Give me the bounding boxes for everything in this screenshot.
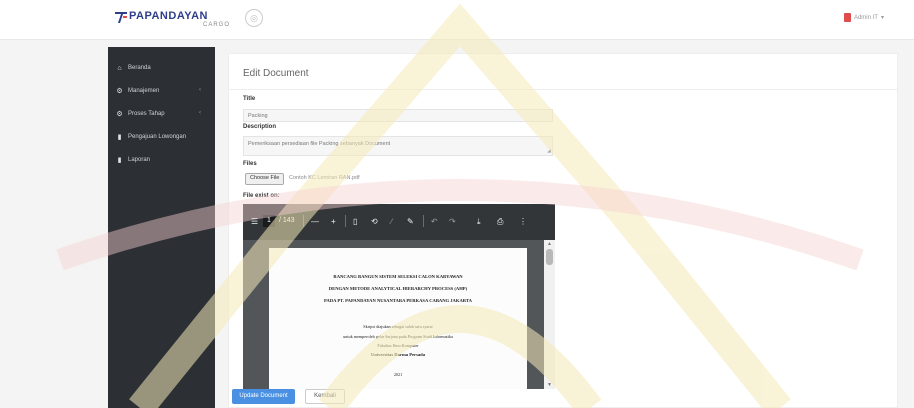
choose-file-button[interactable]: Choose File — [245, 173, 285, 185]
pdf-page: RANCANG BANGUN SISTEM SELEKSI CALON KARY… — [269, 248, 527, 389]
brand-name: PAPANDAYAN — [129, 10, 208, 22]
draw-icon[interactable]: ✎ — [407, 217, 414, 226]
undo-icon[interactable]: ↶ — [431, 217, 438, 226]
download-icon[interactable]: ⤓ — [477, 217, 481, 227]
doc-title-line: RANCANG BANGUN SISTEM SELEKSI CALON KARY… — [333, 274, 463, 279]
toolbar-divider — [345, 215, 346, 227]
page-number-input[interactable]: 1 — [263, 215, 275, 227]
print-icon[interactable]: ⎙ — [497, 217, 503, 227]
scroll-up-icon[interactable]: ▲ — [547, 241, 552, 247]
pdf-scrollbar[interactable]: ▲ ▼ — [544, 240, 555, 389]
page-title: Edit Document — [243, 68, 309, 79]
divider — [229, 89, 897, 90]
scroll-down-icon[interactable]: ▼ — [547, 382, 552, 388]
sidebar-toggle-button[interactable]: ◎ — [245, 9, 263, 27]
top-bar: PAPANDAYAN CARGO ◎ Admin IT ▾ — [0, 0, 914, 40]
title-input[interactable]: Packing — [243, 109, 553, 122]
scroll-thumb[interactable] — [546, 249, 553, 265]
doc-text-line: untuk memperoleh gelar Sarjana pada Prog… — [343, 334, 453, 339]
resize-handle-icon[interactable]: ◢ — [547, 148, 551, 154]
annotation-icon[interactable]: ∕ — [391, 217, 392, 226]
sidebar-item-proses-tahap[interactable]: ⚙ Proses Tahap ‹ — [108, 104, 215, 124]
book-icon: ▮ — [117, 134, 122, 141]
sidebar-item-laporan[interactable]: ▮ Laporan — [108, 150, 215, 170]
user-icon — [843, 13, 851, 22]
toolbar-divider — [303, 215, 304, 227]
doc-title-line: DENGAN METODE ANALYTICAL HIERARCHY PROCE… — [328, 286, 468, 291]
doc-title-line: PADA PT. PAPANDAYAN NUSANTARA PERKASA CA… — [324, 298, 472, 303]
brand-logo[interactable]: PAPANDAYAN CARGO — [115, 10, 230, 34]
pdf-toolbar: ☰ 1 / 143 — + ▯ ⟲ ∕ ✎ ↶ ↷ ⤓ ⎙ ⋮ — [243, 204, 555, 240]
edit-document-card: Edit Document Title Packing Description … — [228, 53, 898, 408]
chevron-left-icon: ‹ — [199, 87, 201, 93]
file-icon: ▮ — [117, 157, 122, 164]
rotate-icon[interactable]: ⟲ — [371, 217, 378, 226]
home-icon: ⌂ — [117, 64, 122, 72]
sidebar-item-label: Pengajuan Lowongan — [128, 134, 187, 140]
gear-icon: ⚙ — [116, 111, 123, 118]
page-total: / 143 — [279, 217, 295, 224]
user-name: Admin IT — [853, 14, 878, 21]
back-button[interactable]: Kembali — [305, 389, 345, 404]
fit-page-icon[interactable]: ▯ — [353, 217, 357, 226]
sidebar-item-label: Manajemen — [128, 88, 160, 94]
pdf-viewer[interactable]: ☰ 1 / 143 — + ▯ ⟲ ∕ ✎ ↶ ↷ ⤓ ⎙ ⋮ RANCANG … — [243, 204, 555, 389]
more-options-icon[interactable]: ⋮ — [519, 217, 527, 226]
description-textarea[interactable]: Pemeriksaan persediaan file Packing seba… — [243, 136, 553, 156]
chosen-file-name: Contoh KC Lemiran RAN.pdf — [289, 175, 360, 181]
update-document-button[interactable]: Update Document — [232, 389, 295, 404]
circle-arrow-icon: ◎ — [250, 13, 258, 23]
description-label: Description — [243, 124, 277, 130]
doc-year-line: 2021 — [393, 372, 403, 377]
description-text: Pemeriksaan persediaan file Packing seba… — [248, 141, 391, 147]
doc-text-line: Fakultas Ilmu Komputer — [377, 343, 419, 348]
sidebar: ⌂ Beranda ⚙ Manajemen ‹ ⚙ Proses Tahap ‹… — [108, 47, 215, 408]
redo-icon[interactable]: ↷ — [449, 217, 456, 226]
menu-icon[interactable]: ☰ — [251, 217, 258, 226]
gears-icon: ⚙ — [116, 88, 123, 95]
user-menu[interactable]: Admin IT ▾ — [843, 13, 884, 22]
caret-down-icon: ▾ — [880, 15, 884, 21]
title-label: Title — [243, 96, 256, 102]
file-exist-label: File exist on: — [243, 193, 280, 199]
doc-text-line: Skripsi diajukan sebagai salah satu syar… — [363, 324, 433, 329]
files-label: Files — [243, 161, 257, 167]
sidebar-item-label: Beranda — [128, 65, 151, 71]
sidebar-item-pengajuan-lowongan[interactable]: ▮ Pengajuan Lowongan — [108, 127, 215, 147]
doc-text-line: Universitas Darma Persada — [370, 352, 426, 357]
brand-sub: CARGO — [202, 22, 230, 28]
toolbar-divider — [423, 215, 424, 227]
sidebar-item-label: Proses Tahap — [128, 111, 165, 117]
zoom-out-button[interactable]: — — [311, 217, 319, 226]
sidebar-item-label: Laporan — [128, 157, 151, 163]
chevron-left-icon: ‹ — [199, 110, 201, 116]
logo-mark-icon — [115, 12, 127, 23]
zoom-in-button[interactable]: + — [331, 217, 336, 226]
sidebar-item-beranda[interactable]: ⌂ Beranda — [108, 58, 215, 78]
sidebar-item-manajemen[interactable]: ⚙ Manajemen ‹ — [108, 81, 215, 101]
